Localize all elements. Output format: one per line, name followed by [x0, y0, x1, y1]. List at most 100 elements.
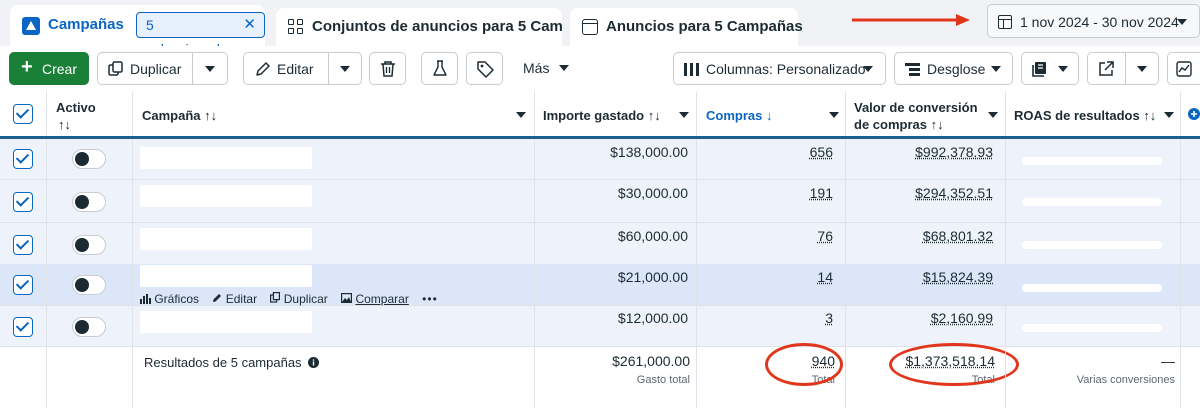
delete-button[interactable] — [369, 52, 406, 85]
row-checkbox[interactable] — [13, 317, 33, 337]
edit-action[interactable]: Editar — [212, 292, 257, 306]
ad-window-icon — [582, 19, 598, 35]
breakdown-icon — [905, 63, 920, 76]
tag-button[interactable] — [466, 52, 503, 85]
spent-value: $21,000.00 — [617, 269, 688, 285]
line-chart-icon — [1176, 61, 1192, 77]
header-active[interactable]: Activo — [56, 99, 96, 116]
conv-value[interactable]: $2,160.99 — [931, 310, 993, 326]
flask-icon — [433, 60, 447, 76]
row-checkbox[interactable] — [13, 275, 33, 295]
summary-roas-sub: Varias conversiones — [1076, 374, 1175, 386]
pencil-icon — [256, 62, 270, 76]
table-row[interactable]: $60,000.00 76 $68,801.32 — [0, 223, 1200, 266]
close-icon[interactable]: ✕ — [243, 13, 256, 37]
chart-toggle-button[interactable] — [1167, 52, 1200, 85]
export-button-group — [1087, 52, 1159, 85]
date-range-picker[interactable]: 1 nov 2024 - 30 nov 2024 — [987, 4, 1200, 38]
edit-menu-chevron-icon[interactable] — [340, 66, 350, 72]
annotation-circle-conv-value — [889, 343, 1019, 386]
summary-label: Resultados de 5 campañas — [144, 355, 320, 370]
conv-value[interactable]: $992,378.93 — [915, 144, 993, 160]
column-divider — [845, 92, 846, 408]
conv-value[interactable]: $294,352.51 — [915, 185, 993, 201]
row-checkbox[interactable] — [13, 149, 33, 169]
duplicate-icon — [108, 61, 123, 76]
purchases-value[interactable]: 656 — [810, 144, 833, 160]
duplicate-icon — [270, 292, 281, 303]
export-icon[interactable] — [1098, 61, 1114, 77]
sort-icon[interactable]: ↑↓ — [58, 116, 71, 133]
tab-campaigns[interactable]: Campañas 5 seleccionados ✕ — [10, 5, 265, 57]
reports-button[interactable] — [1021, 52, 1079, 85]
campaign-toggle[interactable] — [72, 317, 106, 337]
purchases-value[interactable]: 3 — [825, 310, 833, 326]
column-divider — [696, 92, 697, 408]
header-purchases-chevron-icon[interactable] — [829, 112, 839, 118]
header-roas-chevron-icon[interactable] — [1164, 112, 1174, 118]
toolbar: + Crear Duplicar Editar Más Columnas: Pe… — [0, 46, 1200, 92]
summary-spent: $261,000.00 — [612, 353, 690, 369]
header-spent-chevron-icon[interactable] — [679, 112, 689, 118]
header-campaign[interactable]: Campaña ↑↓ — [142, 107, 217, 124]
date-range-label: 1 nov 2024 - 30 nov 2024 — [1020, 14, 1179, 30]
ab-test-button[interactable] — [421, 52, 458, 85]
header-campaign-chevron-icon[interactable] — [516, 112, 526, 118]
more-label: Más — [523, 60, 550, 76]
column-divider — [534, 92, 535, 408]
redacted-campaign-name — [140, 228, 312, 250]
add-column-icon[interactable] — [1188, 108, 1200, 120]
row-checkbox[interactable] — [13, 235, 33, 255]
duplicate-button[interactable]: Duplicar — [130, 61, 181, 77]
campaign-toggle[interactable] — [72, 275, 106, 295]
summary-roas: — — [1161, 353, 1175, 369]
header-conv-value-chevron-icon[interactable] — [988, 112, 998, 118]
reports-chevron-icon — [1058, 66, 1068, 72]
column-divider — [1180, 92, 1181, 408]
info-icon[interactable] — [308, 357, 320, 368]
table-row-hovered[interactable]: Gráficos Editar Duplicar Comparar ••• $2… — [0, 264, 1200, 306]
columns-button[interactable]: Columnas: Personalizado — [673, 52, 886, 85]
conv-value[interactable]: $15,824.39 — [923, 269, 993, 285]
tab-ads[interactable]: Anuncios para 5 Campañas — [570, 8, 803, 46]
more-menu[interactable]: Más — [523, 60, 570, 76]
header-conv-value[interactable]: Valor de conversión — [854, 99, 978, 116]
header-conv-value-line2[interactable]: de compras ↑↓ — [854, 116, 944, 133]
campaign-flag-icon — [22, 17, 40, 35]
purchases-value[interactable]: 14 — [817, 269, 833, 285]
edit-button-group: Editar — [243, 52, 362, 85]
table-row[interactable]: $12,000.00 3 $2,160.99 — [0, 306, 1200, 347]
column-divider — [1005, 92, 1006, 408]
header-roas[interactable]: ROAS de resultados ↑↓ — [1014, 107, 1156, 124]
redacted-roas — [1022, 284, 1162, 292]
table-row[interactable]: $138,000.00 656 $992,378.93 — [0, 137, 1200, 180]
conv-value[interactable]: $68,801.32 — [923, 228, 993, 244]
pencil-icon — [213, 294, 222, 302]
tab-adsets[interactable]: Conjuntos de anuncios para 5 Camp — [276, 8, 562, 46]
more-actions-icon[interactable]: ••• — [422, 292, 438, 306]
columns-icon — [684, 63, 699, 76]
purchases-value[interactable]: 191 — [810, 185, 833, 201]
purchases-value[interactable]: 76 — [817, 228, 833, 244]
campaign-toggle[interactable] — [72, 149, 106, 169]
duplicate-action[interactable]: Duplicar — [270, 292, 328, 306]
row-checkbox[interactable] — [13, 192, 33, 212]
campaign-toggle[interactable] — [72, 192, 106, 212]
charts-action[interactable]: Gráficos — [140, 292, 199, 306]
more-chevron-icon — [559, 65, 570, 71]
create-button[interactable]: + Crear — [9, 52, 89, 85]
header-purchases[interactable]: Compras ↓ — [706, 107, 772, 124]
select-all-checkbox[interactable] — [13, 104, 33, 124]
compare-action[interactable]: Comparar — [341, 292, 409, 306]
campaign-toggle[interactable] — [72, 235, 106, 255]
table-row[interactable]: $30,000.00 191 $294,352.51 — [0, 180, 1200, 223]
export-chevron-icon[interactable] — [1137, 66, 1147, 72]
grid-icon — [288, 19, 304, 35]
breakdown-button[interactable]: Desglose — [894, 52, 1013, 85]
edit-button[interactable]: Editar — [277, 61, 314, 77]
duplicate-menu-chevron-icon[interactable] — [205, 66, 215, 72]
columns-label: Columnas: Personalizado — [706, 61, 866, 77]
row-actions: Gráficos Editar Duplicar Comparar ••• — [140, 292, 448, 306]
header-spent[interactable]: Importe gastado ↑↓ — [543, 107, 661, 124]
selected-badge[interactable]: 5 seleccionados ✕ — [136, 12, 265, 57]
